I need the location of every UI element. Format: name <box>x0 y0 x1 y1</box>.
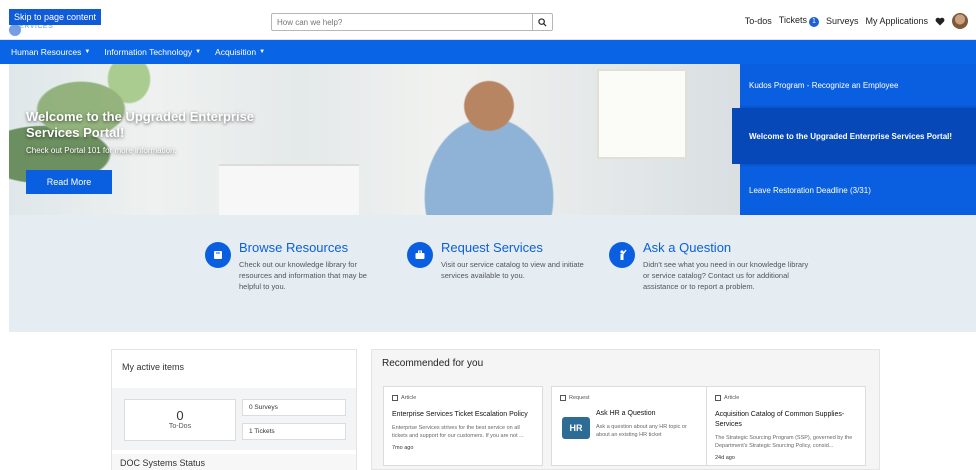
doc-systems-status-title: DOC Systems Status <box>112 454 356 470</box>
item-description: Enterprise Services strives for the best… <box>392 425 524 439</box>
hero-background-desk <box>219 164 359 215</box>
nav-information-technology[interactable]: Information Technology ▼ <box>104 47 201 57</box>
recommended-item[interactable]: Article Acquisition Catalog of Common Su… <box>706 386 866 466</box>
tickets-count-badge: 1 <box>808 17 819 27</box>
slide-kudos-program[interactable]: Kudos Program - Recognize an Employee <box>740 64 976 106</box>
person-raising-hand-icon <box>609 242 635 268</box>
todos-summary[interactable]: 0 To-Dos <box>124 399 236 441</box>
carousel-slide-list: Kudos Program - Recognize an Employee We… <box>732 64 976 215</box>
todo-count: 0 <box>176 408 184 423</box>
my-active-items-card: My active items 0 To-Dos 0 Surveys 1 Tic… <box>111 349 357 470</box>
slide-leave-restoration[interactable]: Leave Restoration Deadline (3/31) <box>740 166 976 215</box>
hero-background-person <box>389 74 589 215</box>
hero-background-frame <box>597 69 687 159</box>
search-button[interactable] <box>532 14 552 30</box>
feature-title[interactable]: Ask a Question <box>643 240 809 255</box>
hr-icon: HR <box>562 417 590 439</box>
skip-link[interactable]: Skip to page content <box>9 9 102 25</box>
item-type: Article <box>715 395 857 401</box>
hero-carousel: Welcome to the Upgraded Enterprise Servi… <box>9 64 740 215</box>
item-description: The Strategic Sourcing Program (SSP), go… <box>715 435 853 449</box>
caret-down-icon: ▼ <box>84 49 91 55</box>
feature-text: Visit our service catalog to view and in… <box>441 260 584 280</box>
search-icon <box>538 17 547 27</box>
active-items-summary: 0 To-Dos 0 Surveys 1 Tickets <box>112 388 356 450</box>
article-icon <box>392 395 398 401</box>
nav-acquisition[interactable]: Acquisition ▼ <box>215 47 265 57</box>
read-more-button[interactable]: Read More <box>26 170 112 194</box>
item-age: 7mo ago <box>392 445 414 451</box>
item-title: Enterprise Services Ticket Escalation Po… <box>392 411 528 418</box>
item-type: Article <box>392 395 534 401</box>
briefcase-icon <box>407 242 433 268</box>
nav-human-resources[interactable]: Human Resources ▼ <box>11 47 90 57</box>
my-applications-link[interactable]: My Applications <box>865 16 928 26</box>
feature-title[interactable]: Browse Resources <box>239 240 385 255</box>
book-icon <box>205 242 231 268</box>
tickets-summary[interactable]: 1 Tickets <box>242 423 346 440</box>
todos-link[interactable]: To-dos <box>745 16 772 26</box>
browse-resources-feature[interactable]: Browse Resources Check out our knowledge… <box>205 240 385 292</box>
item-title: Acquisition Catalog of Common Supplies-S… <box>715 411 845 428</box>
nav-label: Human Resources <box>11 47 82 57</box>
item-description: Ask a question about any HR topic or abo… <box>596 424 687 438</box>
surveys-summary[interactable]: 0 Surveys <box>242 399 346 416</box>
surveys-link[interactable]: Surveys <box>826 16 859 26</box>
feature-text: Check out our knowledge library for reso… <box>239 260 367 291</box>
tickets-link[interactable]: Tickets 1 <box>779 15 819 27</box>
caret-down-icon: ▼ <box>259 49 266 55</box>
ask-question-feature[interactable]: Ask a Question Didn't see what you need … <box>609 240 809 292</box>
recommended-card: Recommended for you Article Enterprise S… <box>371 349 880 470</box>
hero-title: Welcome to the Upgraded Enterprise Servi… <box>26 109 255 140</box>
item-title: Ask HR a Question <box>596 410 656 417</box>
recommended-item[interactable]: Request HR Ask HR a Question Ask a quest… <box>551 386 711 466</box>
search-input[interactable] <box>272 14 532 30</box>
slide-welcome[interactable]: Welcome to the Upgraded Enterprise Servi… <box>732 108 976 164</box>
item-type: Request <box>560 395 702 401</box>
nav-label: Information Technology <box>104 47 193 57</box>
heart-icon[interactable] <box>935 17 945 26</box>
top-bar: SERVICES Skip to page content To-dos Tic… <box>0 0 976 40</box>
caret-down-icon: ▼ <box>195 49 202 55</box>
hero-subtitle[interactable]: Check out Portal 101 for more informatio… <box>26 146 177 155</box>
article-icon <box>715 395 721 401</box>
card-title: Recommended for you <box>382 358 484 369</box>
item-age: 24d ago <box>715 455 735 461</box>
main-nav: Human Resources ▼ Information Technology ▼… <box>0 40 976 64</box>
search-box <box>271 13 553 31</box>
feature-text: Didn't see what you need in our knowledg… <box>643 260 809 291</box>
request-services-feature[interactable]: Request Services Visit our service catal… <box>407 240 587 281</box>
todo-label: To-Dos <box>168 423 192 430</box>
feature-title[interactable]: Request Services <box>441 240 587 255</box>
feature-band: Browse Resources Check out our knowledge… <box>9 215 976 332</box>
card-title: My active items <box>122 362 185 372</box>
request-icon <box>560 395 566 401</box>
top-nav: To-dos Tickets 1 Surveys My Applications <box>745 13 968 29</box>
tickets-label: Tickets <box>778 15 807 25</box>
avatar[interactable] <box>952 13 968 29</box>
recommended-item[interactable]: Article Enterprise Services Ticket Escal… <box>383 386 543 466</box>
nav-label: Acquisition <box>215 47 257 57</box>
